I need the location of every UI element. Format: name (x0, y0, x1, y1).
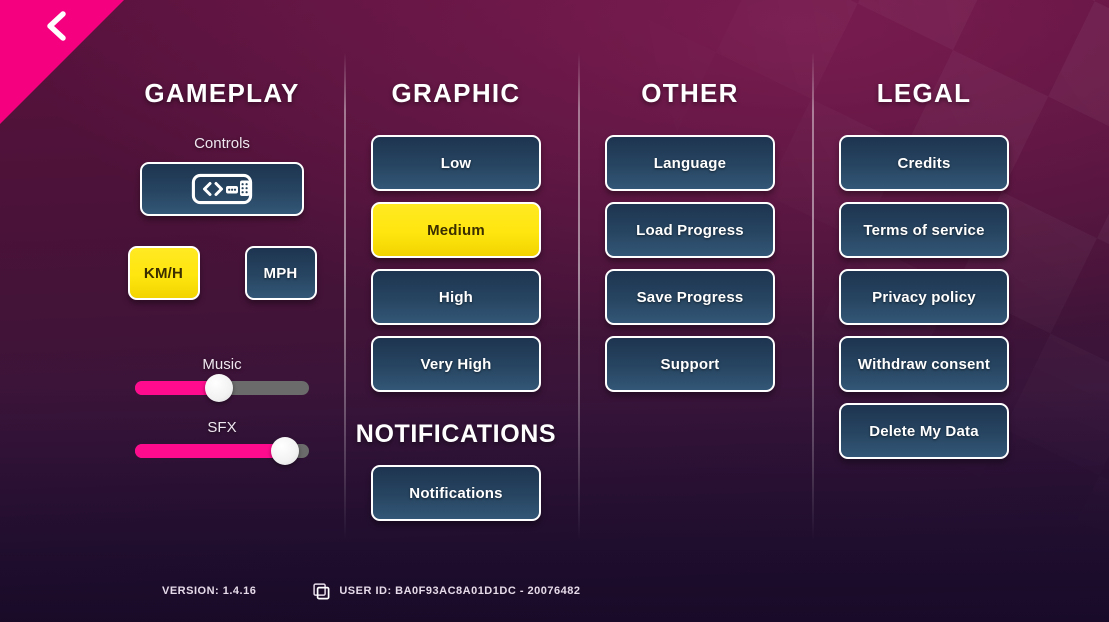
other-button-save-progress[interactable]: Save Progress (605, 269, 775, 325)
music-slider[interactable] (135, 374, 309, 402)
legal-button-withdraw-consent[interactable]: Withdraw consent (839, 336, 1009, 392)
other-button-language[interactable]: Language (605, 135, 775, 191)
copy-icon (313, 582, 330, 599)
settings-columns: GAMEPLAY Controls KM/H MPH Music SFX GRA… (0, 0, 1109, 560)
settings-screen: GAMEPLAY Controls KM/H MPH Music SFX GRA… (0, 0, 1109, 622)
section-title-notifications: NOTIFICATIONS (355, 420, 557, 448)
column-legal: LEGAL Credits Terms of service Privacy p… (814, 0, 1034, 560)
speed-unit-mph-button[interactable]: MPH (244, 246, 317, 300)
graphic-option-very-high[interactable]: Very High (371, 336, 541, 392)
sfx-slider-thumb[interactable] (270, 437, 299, 465)
sfx-slider[interactable] (135, 437, 309, 465)
sfx-slider-fill (135, 444, 285, 458)
legal-button-delete-my-data[interactable]: Delete My Data (839, 403, 1009, 459)
column-title-legal: LEGAL (876, 78, 972, 108)
user-id-text: USER ID: BA0F93AC8A01D1DC - 20076482 (339, 585, 581, 597)
speed-unit-toggle-group: KM/H MPH (112, 246, 332, 300)
graphic-option-high[interactable]: High (371, 269, 541, 325)
music-slider-block: Music (112, 356, 332, 402)
other-button-support[interactable]: Support (605, 336, 775, 392)
graphic-option-medium[interactable]: Medium (371, 202, 541, 258)
music-slider-thumb[interactable] (204, 374, 233, 402)
copy-user-id-button[interactable] (313, 582, 330, 600)
column-graphic: GRAPHIC Low Medium High Very High NOTIFI… (346, 0, 580, 560)
legal-button-terms-of-service[interactable]: Terms of service (839, 202, 1009, 258)
column-gameplay: GAMEPLAY Controls KM/H MPH Music SFX (112, 0, 346, 560)
column-title-other: OTHER (641, 78, 739, 108)
gamepad-controls-icon (191, 173, 253, 205)
other-button-load-progress[interactable]: Load Progress (605, 202, 775, 258)
music-label: Music (202, 356, 242, 373)
graphic-option-low[interactable]: Low (371, 135, 541, 191)
controls-button[interactable] (140, 162, 304, 216)
column-title-gameplay: GAMEPLAY (144, 78, 300, 108)
speed-unit-kmh-button[interactable]: KM/H (127, 246, 200, 300)
version-text: VERSION: 1.4.16 (162, 585, 257, 597)
legal-button-credits[interactable]: Credits (839, 135, 1009, 191)
footer-bar: VERSION: 1.4.16 USER ID: BA0F93AC8A01D1D… (0, 560, 1109, 622)
controls-label: Controls (194, 135, 250, 152)
legal-button-privacy-policy[interactable]: Privacy policy (839, 269, 1009, 325)
notifications-button[interactable]: Notifications (371, 465, 541, 521)
sfx-label: SFX (207, 419, 237, 436)
column-title-graphic: GRAPHIC (391, 78, 521, 108)
column-other: OTHER Language Load Progress Save Progre… (580, 0, 814, 560)
sfx-slider-block: SFX (112, 419, 332, 465)
